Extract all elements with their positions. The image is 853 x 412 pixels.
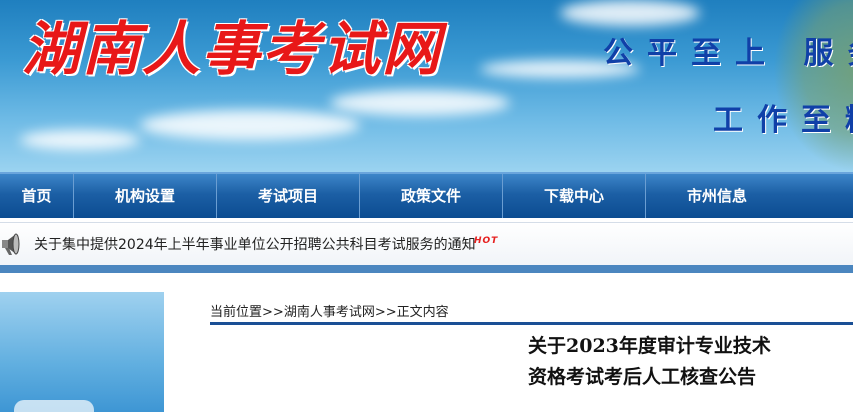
article-title-line-1: 关于2023年度审计专业技术 — [528, 335, 771, 357]
divider-strip — [0, 265, 853, 273]
nav-item-home[interactable]: 首页 — [0, 174, 74, 218]
slogan-line-1: 公平至上 服务 — [603, 36, 853, 71]
cloud-decoration — [330, 90, 510, 116]
breadcrumb-home-link[interactable]: 湖南人事考试网 — [284, 305, 375, 320]
cloud-decoration — [20, 130, 140, 150]
side-panel — [0, 292, 164, 412]
breadcrumb-separator: >> — [262, 305, 284, 320]
tree-decoration — [773, 0, 853, 172]
side-panel-decoration — [14, 400, 94, 412]
article-title-line-2: 资格考试考后人工核查公告 — [528, 366, 757, 388]
breadcrumb-underline — [210, 322, 853, 325]
notice-link[interactable]: 关于集中提供2024年上半年事业单位公开招聘公共科目考试服务的通知 — [34, 234, 476, 254]
nav-item-org[interactable]: 机构设置 — [74, 174, 217, 218]
nav-item-download[interactable]: 下载中心 — [503, 174, 646, 218]
speaker-icon — [2, 233, 20, 255]
cloud-decoration — [560, 0, 700, 26]
site-logo[interactable]: 湖南人事考试网 — [22, 2, 442, 86]
breadcrumb-label: 当前位置 — [210, 305, 263, 320]
header-banner: 湖南人事考试网 公平至上 服务 工作至精 — [0, 0, 853, 172]
breadcrumb-separator: >> — [374, 305, 397, 320]
nav-item-policy[interactable]: 政策文件 — [360, 174, 503, 218]
cloud-decoration — [140, 110, 360, 140]
hot-badge: HOT — [474, 236, 499, 246]
breadcrumb-current-link[interactable]: 正文内容 — [397, 305, 449, 320]
main-nav: 首页 机构设置 考试项目 政策文件 下载中心 市州信息 — [0, 172, 853, 218]
nav-item-exams[interactable]: 考试项目 — [217, 174, 360, 218]
slogan-line-2: 工作至精 — [713, 103, 853, 138]
breadcrumb: 当前位置>>湖南人事考试网>>正文内容 — [210, 301, 449, 320]
article-title: 关于2023年度审计专业技术 资格考试考后人工核查公告 — [528, 331, 771, 393]
nav-item-city[interactable]: 市州信息 — [646, 174, 788, 218]
notice-bar: 关于集中提供2024年上半年事业单位公开招聘公共科目考试服务的通知 HOT — [0, 222, 853, 265]
